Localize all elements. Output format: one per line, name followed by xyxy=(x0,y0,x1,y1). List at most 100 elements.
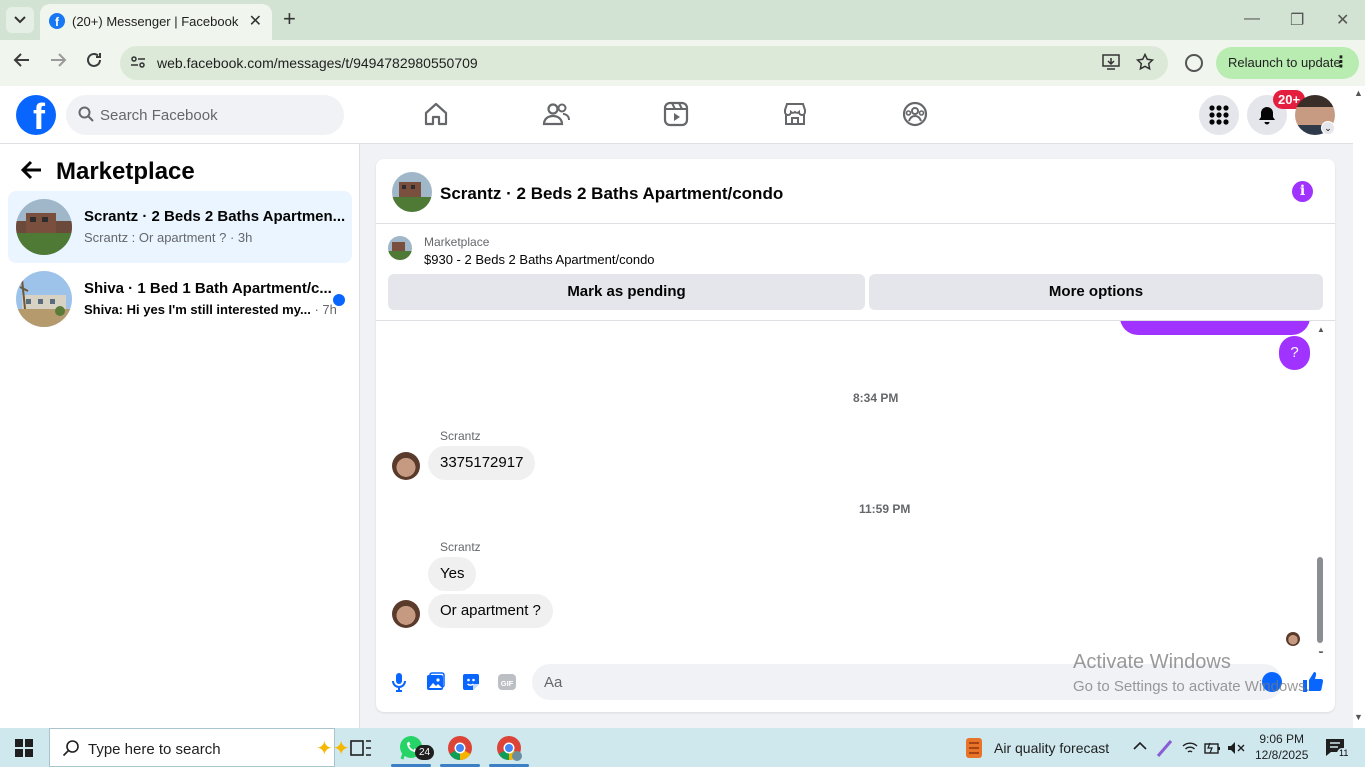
bell-icon xyxy=(1259,107,1275,125)
scroll-up-arrow-icon[interactable]: ▲ xyxy=(1354,88,1363,98)
video-icon[interactable] xyxy=(662,100,690,128)
back-arrow-icon[interactable] xyxy=(13,51,31,69)
bookmark-star-icon[interactable] xyxy=(1136,53,1154,71)
sticker-icon[interactable] xyxy=(460,671,482,693)
weather-widget-label[interactable]: Air quality forecast xyxy=(994,740,1109,756)
thread-scrollbar[interactable]: ▲ ▼ xyxy=(1316,325,1325,653)
new-tab-button[interactable]: + xyxy=(283,8,296,30)
chrome-icon[interactable] xyxy=(445,733,475,763)
menu-button[interactable] xyxy=(1199,95,1239,135)
listing-thumbnail xyxy=(16,199,72,255)
forward-arrow-icon[interactable] xyxy=(49,51,67,69)
scrollbar-thumb[interactable] xyxy=(1317,557,1323,643)
mark-as-pending-button[interactable]: Mark as pending xyxy=(388,274,865,310)
friends-icon[interactable] xyxy=(542,100,570,128)
message-input[interactable] xyxy=(544,664,1244,700)
svg-text:GIF: GIF xyxy=(501,679,514,688)
taskbar-clock[interactable]: 9:06 PM 12/8/2025 xyxy=(1255,731,1308,763)
incoming-message-bubble[interactable]: 3375172917 xyxy=(428,446,536,480)
minimize-window-button[interactable]: — xyxy=(1244,10,1260,28)
volume-muted-icon[interactable] xyxy=(1227,741,1245,755)
network-icon[interactable] xyxy=(1182,741,1198,755)
divider xyxy=(376,223,1335,224)
tab-search-dropdown[interactable] xyxy=(6,7,34,33)
install-app-icon[interactable] xyxy=(1102,53,1120,71)
facebook-logo[interactable]: f xyxy=(16,95,56,135)
search-highlight-icon[interactable]: ✦✦ xyxy=(316,736,350,761)
site-settings-icon[interactable] xyxy=(130,54,146,70)
photo-attach-icon[interactable] xyxy=(424,671,446,693)
sender-avatar[interactable] xyxy=(392,600,420,628)
outgoing-message-bubble[interactable]: ? xyxy=(1279,336,1310,370)
message-timestamp: 8:34 PM xyxy=(853,391,899,405)
search-icon xyxy=(78,106,94,122)
home-icon[interactable] xyxy=(422,100,450,128)
scroll-up-arrow-icon[interactable]: ▲ xyxy=(1317,325,1325,334)
conversation-item-shiva[interactable]: Shiva · 1 Bed 1 Bath Apartment/c... Shiv… xyxy=(8,263,352,335)
clock-time: 9:06 PM xyxy=(1259,732,1305,746)
account-chevron-icon[interactable]: ⌄ xyxy=(1321,121,1335,135)
sidebar-title: Marketplace xyxy=(56,158,195,185)
windows-start-icon[interactable] xyxy=(15,739,33,757)
chat-title[interactable]: Scrantz · 2 Beds 2 Baths Apartment/condo xyxy=(440,184,783,204)
conversation-name: Scrantz · 2 Beds 2 Baths Apartmen... xyxy=(84,208,346,225)
browser-toolbar: web.facebook.com/messages/t/949478298055… xyxy=(0,40,1365,86)
chevron-down-icon xyxy=(14,16,26,24)
conversation-name: Shiva · 1 Bed 1 Bath Apartment/c... xyxy=(84,280,332,297)
battery-icon[interactable] xyxy=(1204,741,1222,755)
relaunch-to-update-button[interactable]: Relaunch to update ⋮ xyxy=(1216,47,1359,79)
listing-thumbnail xyxy=(16,271,72,327)
groups-icon[interactable] xyxy=(901,100,929,128)
back-arrow-icon[interactable] xyxy=(21,160,43,180)
scroll-down-arrow-icon[interactable]: ▼ xyxy=(1354,712,1363,722)
gif-icon[interactable]: GIF xyxy=(496,671,518,693)
reload-icon[interactable] xyxy=(85,51,103,69)
address-bar[interactable]: web.facebook.com/messages/t/949478298055… xyxy=(120,46,1168,80)
chrome-profile-icon[interactable] xyxy=(494,733,524,763)
more-options-button[interactable]: More options xyxy=(869,274,1323,310)
show-hidden-icons-chevron-icon[interactable] xyxy=(1133,741,1147,751)
facebook-favicon-icon: f xyxy=(49,13,65,29)
scroll-down-arrow-icon[interactable]: ▼ xyxy=(1317,649,1325,653)
incoming-message-bubble[interactable]: Or apartment ? xyxy=(428,594,553,628)
grid-menu-icon xyxy=(1209,105,1229,125)
search-input[interactable] xyxy=(100,95,330,135)
close-window-button[interactable]: ✕ xyxy=(1336,10,1349,30)
browser-profile-icon[interactable] xyxy=(1185,54,1203,72)
marketplace-icon[interactable] xyxy=(781,100,809,128)
incoming-message-bubble[interactable]: Yes xyxy=(428,557,477,591)
url-text[interactable]: web.facebook.com/messages/t/949478298055… xyxy=(157,55,478,71)
listing-thumbnail-small[interactable] xyxy=(388,236,412,260)
browser-menu-icon[interactable]: ⋮ xyxy=(1333,52,1349,72)
facebook-header: f 20+ ⌄ xyxy=(0,86,1353,144)
facebook-search[interactable] xyxy=(66,95,344,135)
microphone-icon[interactable] xyxy=(388,671,410,693)
pen-icon[interactable] xyxy=(1156,738,1174,758)
sender-avatar[interactable] xyxy=(392,452,420,480)
page-scrollbar[interactable]: ▲ ▼ xyxy=(1353,86,1365,728)
emoji-icon[interactable] xyxy=(1262,672,1282,692)
air-quality-icon[interactable] xyxy=(964,736,984,760)
conversation-time: · 3h xyxy=(226,230,253,245)
restore-window-button[interactable]: ❐ xyxy=(1290,10,1304,30)
tab-title: (20+) Messenger | Facebook xyxy=(72,14,239,29)
conversation-info-icon[interactable]: i xyxy=(1292,181,1313,202)
browser-tab-strip: f (20+) Messenger | Facebook ✕ + — ❐ ✕ xyxy=(0,0,1365,40)
seen-receipt-avatar xyxy=(1286,632,1300,646)
conversation-snippet: Shiva: Hi yes I'm still interested my...… xyxy=(84,302,337,317)
outgoing-message-bubble[interactable] xyxy=(1120,321,1310,335)
notification-center-button[interactable]: 11 xyxy=(1325,738,1351,759)
conversation-item-scrantz[interactable]: Scrantz · 2 Beds 2 Baths Apartmen... Scr… xyxy=(8,191,352,263)
taskbar-search[interactable]: Type here to search ✦✦ xyxy=(49,728,350,767)
listing-title[interactable]: $930 - 2 Beds 2 Baths Apartment/condo xyxy=(424,252,655,267)
close-tab-icon[interactable]: ✕ xyxy=(249,11,262,31)
clock-date: 12/8/2025 xyxy=(1255,748,1309,762)
thumbs-up-icon[interactable] xyxy=(1301,670,1325,694)
conversation-snippet: Scrantz : Or apartment ? · 3h xyxy=(84,230,253,245)
task-view-icon[interactable] xyxy=(346,733,376,763)
browser-tab[interactable]: f (20+) Messenger | Facebook ✕ xyxy=(40,4,272,40)
chat-listing-thumbnail[interactable] xyxy=(392,172,432,212)
message-thread[interactable]: ? 8:34 PM Scrantz 3375172917 11:59 PM Sc… xyxy=(376,321,1335,653)
message-composer[interactable] xyxy=(532,664,1282,700)
search-icon xyxy=(62,740,79,757)
